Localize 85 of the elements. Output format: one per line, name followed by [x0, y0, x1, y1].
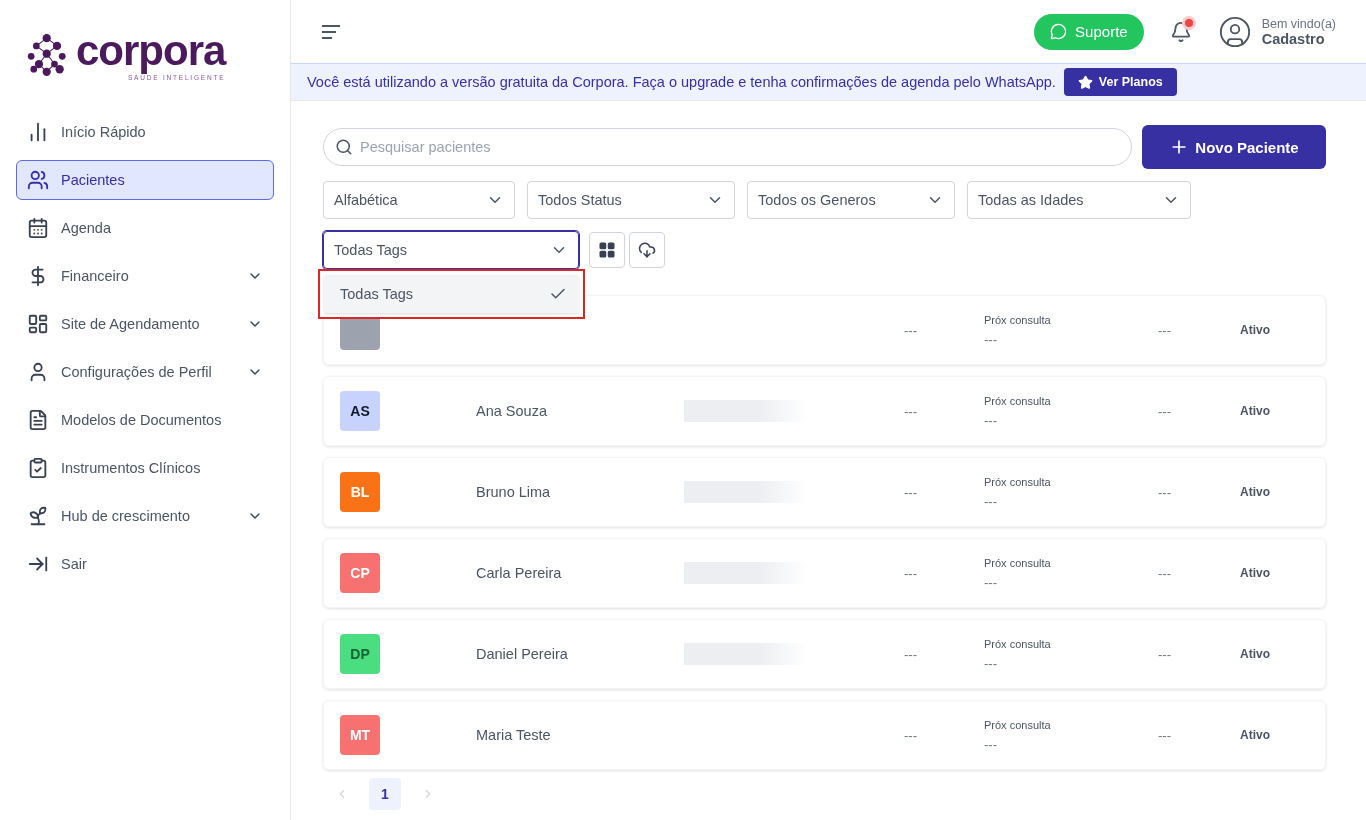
patient-card[interactable]: CP Carla Pereira --- Próx consulta --- --- Ativo	[323, 538, 1326, 608]
calendar-icon	[27, 217, 49, 239]
sidebar-item[interactable]: Modelos de Documentos	[16, 400, 274, 440]
sidebar-item[interactable]: Hub de crescimento	[16, 496, 274, 536]
dashboard-icon	[27, 313, 49, 335]
status-text: Ativo	[1240, 485, 1271, 499]
table-cell-text: ---	[904, 403, 918, 419]
next-appointment-label: Próx consulta	[984, 394, 1052, 407]
next-appointment-label: Próx consulta	[984, 313, 1052, 326]
table-cell-text: ---	[1158, 322, 1172, 338]
filter-dropdown[interactable]: Todos Status	[527, 181, 735, 219]
table-cell-text: ---	[1158, 727, 1172, 743]
table-cell-text: ---	[1158, 646, 1172, 662]
user-name: Cadastro	[1261, 30, 1325, 47]
table-cell-text: ---	[904, 565, 918, 581]
new-patient-button[interactable]: Novo Paciente	[1142, 125, 1326, 169]
next-appointment-value: ---	[984, 331, 998, 347]
status-text: Ativo	[1240, 728, 1271, 742]
menu-option[interactable]: Todas Tags	[324, 275, 579, 313]
user-avatar-icon[interactable]	[1217, 14, 1252, 49]
status-text: Ativo	[1240, 404, 1271, 418]
sidebar-item[interactable]: Site de Agendamento	[16, 304, 274, 344]
page-button[interactable]: 1	[369, 778, 401, 810]
sprout-icon	[27, 505, 49, 527]
table-cell-text: ---	[904, 484, 918, 500]
next-appointment-label: Próx consulta	[984, 718, 1052, 731]
grid-view-button[interactable]	[589, 232, 625, 268]
document-icon	[27, 409, 49, 431]
patient-name: Daniel Pereira	[476, 646, 568, 662]
patient-name: Maria Teste	[476, 727, 551, 743]
search-field[interactable]: Pesquisar pacientes	[323, 128, 1132, 166]
tag-dropdown[interactable]: Todas Tags	[323, 231, 579, 269]
sidebar-item[interactable]: Financeiro	[16, 256, 274, 296]
table-cell-text: ---	[904, 727, 918, 743]
next-appointment-value: ---	[984, 736, 998, 752]
table-cell-text: ---	[904, 646, 918, 662]
patient-card[interactable]: MT Maria Teste --- Próx consulta --- --- Ativo	[323, 700, 1326, 770]
download-button[interactable]	[629, 232, 665, 268]
patient-avatar: BL	[340, 472, 380, 512]
next-appointment-value: ---	[984, 412, 998, 428]
star-icon	[1077, 74, 1093, 90]
status-text: Ativo	[1240, 566, 1271, 580]
patient-name: Bruno Lima	[476, 484, 551, 500]
next-appointment-label: Próx consulta	[984, 475, 1052, 488]
patient-card[interactable]: AS Ana Souza --- Próx consulta --- --- Ativo	[323, 376, 1326, 446]
chat-icon	[1050, 23, 1068, 40]
sidebar-item[interactable]: Pacientes	[16, 160, 274, 200]
next-appointment-value: ---	[984, 655, 998, 671]
cloud-download-icon	[638, 241, 656, 259]
greeting-text: Bem vindo(a)	[1261, 16, 1336, 31]
sidebar-item[interactable]: Agenda	[16, 208, 274, 248]
status-text: Ativo	[1240, 647, 1271, 661]
table-cell-text: ---	[1158, 565, 1172, 581]
filter-dropdown[interactable]: Todas as Idades	[967, 181, 1191, 219]
clipboard-check-icon	[27, 457, 49, 479]
table-cell-text: ---	[1158, 484, 1172, 500]
next-appointment-value: ---	[984, 493, 998, 509]
bell-icon	[1169, 20, 1192, 43]
patient-card[interactable]: BL Bruno Lima --- Próx consulta --- --- Ativo	[323, 457, 1326, 527]
patient-avatar: DP	[340, 634, 380, 674]
upgrade-message: Você está utilizando a versão gratuita da Corpora. Faça o upgrade e tenha confirmações de agenda pelo WhatsApp.	[307, 74, 1056, 90]
users-icon	[27, 169, 49, 191]
patient-card[interactable]: DP Daniel Pereira --- Próx consulta --- --- Ativo	[323, 619, 1326, 689]
logo-wordmark: corpora	[76, 28, 226, 74]
patient-avatar: AS	[340, 391, 380, 431]
plans-button[interactable]: Ver Planos	[1063, 68, 1177, 96]
menu-icon[interactable]	[321, 23, 341, 40]
patient-avatar: CP	[340, 553, 380, 593]
next-appointment-value: ---	[984, 574, 998, 590]
sidebar-item[interactable]: Sair	[16, 544, 274, 584]
status-text: Ativo	[1240, 323, 1271, 337]
search-icon	[335, 138, 353, 156]
sidebar-item[interactable]: Instrumentos Clínicos	[16, 448, 274, 488]
patient-name: Ana Souza	[476, 403, 547, 419]
patient-name: Carla Pereira	[476, 565, 562, 581]
patient-avatar: MT	[340, 715, 380, 755]
filter-dropdown[interactable]: Todos os Generos	[747, 181, 955, 219]
table-cell-text: ---	[1158, 403, 1172, 419]
next-appointment-label: Próx consulta	[984, 556, 1052, 569]
grid-icon	[598, 241, 616, 259]
next-appointment-label: Próx consulta	[984, 637, 1052, 650]
sidebar-item[interactable]: Configurações de Perfil	[16, 352, 274, 392]
table-cell-text: ---	[904, 322, 918, 338]
sidebar-item[interactable]: Início Rápido	[16, 112, 274, 152]
filter-dropdown[interactable]: Alfabética	[323, 181, 515, 219]
